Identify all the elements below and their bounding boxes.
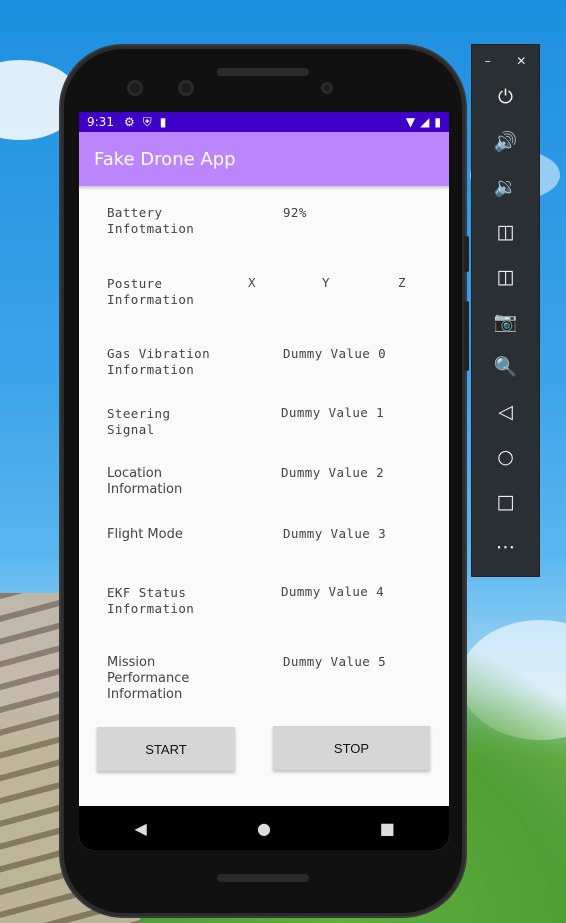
stop-button[interactable]: STOP [273, 726, 430, 770]
wifi-icon: ▼ [405, 115, 416, 129]
power-icon[interactable]: ⏻ [472, 85, 539, 109]
nav-back-icon[interactable]: ◀ [126, 819, 156, 838]
navigation-bar: ◀ ● ■ [79, 806, 449, 850]
home-icon[interactable]: ○ [472, 445, 539, 469]
flight-mode-value: Dummy Value 3 [283, 526, 387, 541]
nav-recents-icon[interactable]: ■ [372, 819, 402, 838]
signal-icon: ◢ [420, 115, 430, 129]
more-icon[interactable]: ⋯ [472, 535, 539, 559]
sensor [178, 80, 194, 96]
rotate-left-icon[interactable]: ◫ [472, 220, 539, 244]
camera-icon[interactable]: 📷 [472, 310, 539, 334]
side-button [464, 236, 469, 272]
app-bar: Fake Drone App [79, 132, 449, 186]
location-value: Dummy Value 2 [281, 465, 385, 480]
status-bar: 9:31 ⚙ ⛨ ▮ ▼ ◢ ▮ [79, 112, 449, 132]
sd-card-icon: ▮ [159, 115, 167, 129]
bottom-speaker [217, 874, 309, 882]
posture-label: Posture Information [107, 276, 195, 307]
proximity-sensor [321, 82, 333, 94]
main-content: Battery Infotmation 92% Posture Informat… [79, 186, 449, 806]
minimize-icon[interactable]: – [485, 54, 491, 69]
device-screen: 9:31 ⚙ ⛨ ▮ ▼ ◢ ▮ Fake Drone App Battery … [79, 112, 449, 850]
back-icon[interactable]: ◁ [472, 400, 539, 424]
gas-vibration-value: Dummy Value 0 [283, 346, 387, 361]
battery-icon: ▮ [434, 115, 441, 129]
zoom-icon[interactable]: 🔍 [472, 355, 539, 379]
battery-label: Battery Infotmation [107, 205, 195, 236]
overview-icon[interactable]: □ [472, 490, 539, 514]
start-button[interactable]: START [97, 727, 235, 771]
volume-up-icon[interactable]: 🔊 [472, 130, 539, 154]
speaker-grille [217, 68, 309, 76]
emulator-toolbar: – ✕ ⏻ 🔊 🔉 ◫ ◫ 📷 🔍 ◁ ○ □ ⋯ [472, 45, 539, 576]
flight-mode-label: Flight Mode [107, 527, 183, 542]
mission-performance-label: Mission Performance Information [107, 655, 190, 702]
ekf-status-value: Dummy Value 4 [281, 584, 385, 599]
nav-home-icon[interactable]: ● [249, 819, 279, 838]
app-title: Fake Drone App [94, 148, 236, 170]
steering-value: Dummy Value 1 [281, 405, 385, 420]
posture-z: Z [398, 275, 406, 290]
front-camera [127, 80, 143, 96]
shield-icon: ⛨ [142, 114, 152, 129]
status-time: 9:31 [87, 115, 114, 129]
settings-icon: ⚙ [123, 115, 135, 129]
posture-x: X [248, 275, 256, 290]
volume-rocker [464, 301, 469, 371]
mission-performance-value: Dummy Value 5 [283, 654, 387, 669]
close-icon[interactable]: ✕ [516, 54, 526, 69]
posture-y: Y [322, 275, 330, 290]
rotate-right-icon[interactable]: ◫ [472, 265, 539, 289]
battery-value: 92% [283, 205, 307, 220]
location-label: Location Information [107, 466, 183, 497]
ekf-status-label: EKF Status Information [107, 585, 195, 616]
volume-down-icon[interactable]: 🔉 [472, 175, 539, 199]
gas-vibration-label: Gas Vibration Information [107, 346, 211, 377]
steering-label: Steering Signal [107, 406, 171, 437]
